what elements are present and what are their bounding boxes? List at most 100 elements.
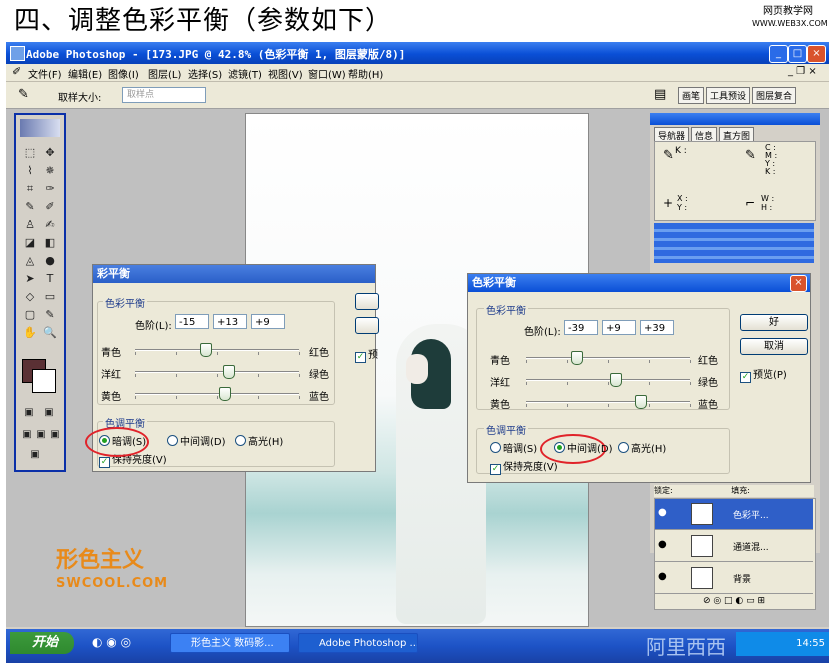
menu-item-5[interactable]: 滤镜(T): [228, 66, 262, 81]
layers-footer-icons[interactable]: ⊘ ◎ □ ◐ ▭ ⊞: [655, 595, 813, 607]
start-button[interactable]: 开始: [10, 632, 74, 654]
menu-item-4[interactable]: 选择(S): [188, 66, 222, 81]
dialog-right-preserve-checkbox[interactable]: ✓ 保持亮度(V): [490, 458, 558, 475]
slider-left-label: 青色: [490, 356, 510, 367]
close-icon[interactable]: ×: [807, 45, 826, 63]
ok-button[interactable]: 好: [740, 314, 808, 331]
tone-radio-1[interactable]: 中间调(D): [554, 440, 613, 455]
magic-wand-icon[interactable]: ✵: [41, 163, 59, 178]
menu-item-8[interactable]: 帮助(H): [348, 66, 383, 81]
quickmask-off-icon[interactable]: ▣: [20, 405, 38, 420]
slider-track[interactable]: [526, 379, 690, 381]
menu-item-6[interactable]: 视图(V): [268, 66, 303, 81]
taskbar-item-browser[interactable]: 形色主义 数码影...: [170, 633, 290, 653]
slider-left-label: 洋红: [490, 378, 510, 389]
type-tool-icon[interactable]: T: [41, 271, 59, 286]
slider-tick: [176, 396, 177, 399]
marquee-tool-icon[interactable]: ⬚: [21, 145, 39, 160]
slider-right-label: 蓝色: [698, 400, 718, 411]
eye-icon[interactable]: ●: [658, 571, 667, 582]
dialog-right-level-2[interactable]: +9: [602, 320, 636, 335]
notes-tool-icon[interactable]: ▢: [21, 307, 39, 322]
lasso-tool-icon[interactable]: ⌇: [21, 163, 39, 178]
quicklaunch-icons[interactable]: ◐ ◉ ◎: [92, 635, 131, 649]
maximize-icon[interactable]: □: [788, 45, 807, 63]
slider-track[interactable]: [135, 393, 299, 395]
eye-icon[interactable]: ●: [658, 539, 667, 550]
dialog-right-level-1[interactable]: -39: [564, 320, 598, 335]
gradient-tool-icon[interactable]: ◧: [41, 235, 59, 250]
menu-item-0[interactable]: 文件(F): [28, 66, 62, 81]
panel-tab-1[interactable]: 工具预设: [706, 87, 751, 104]
slider-thumb[interactable]: [219, 387, 232, 401]
tone-radio-2[interactable]: 高光(H): [618, 440, 666, 455]
menu-item-3[interactable]: 图层(L): [148, 66, 181, 81]
stamp-tool-icon[interactable]: ♙: [21, 217, 39, 232]
adobe-feather-icon[interactable]: [20, 119, 60, 137]
quickmask-on-icon[interactable]: ▣: [40, 405, 58, 420]
background-color-swatch[interactable]: [32, 369, 56, 393]
hand-tool-icon[interactable]: ✋: [21, 325, 39, 340]
tone-radio-0[interactable]: 暗调(S): [99, 433, 146, 448]
crop-tool-icon[interactable]: ⌗: [21, 181, 39, 196]
zoom-tool-icon[interactable]: 🔍: [41, 325, 59, 340]
blur-tool-icon[interactable]: ◬: [21, 253, 39, 268]
slider-thumb[interactable]: [610, 373, 623, 387]
slice-tool-icon[interactable]: ✑: [41, 181, 59, 196]
healing-brush-icon[interactable]: ✎: [21, 199, 39, 214]
dialog-left-cancel-button[interactable]: [355, 317, 379, 334]
tone-label: 暗调(S): [503, 444, 538, 455]
slider-track[interactable]: [526, 401, 690, 403]
slider-left-label: 黄色: [101, 392, 121, 403]
dialog-close-icon[interactable]: ×: [790, 275, 807, 292]
eraser-tool-icon[interactable]: ◪: [21, 235, 39, 250]
palette-well-icon[interactable]: ▤: [654, 87, 666, 102]
screen-mode-3-icon[interactable]: ▣: [46, 427, 64, 442]
history-brush-icon[interactable]: ✍: [41, 217, 59, 232]
dialog-left-preview-checkbox[interactable]: ✓ 预: [355, 346, 378, 363]
dialog-right-level-3[interactable]: +39: [640, 320, 674, 335]
layer-row[interactable]: ● 通道混...: [655, 531, 813, 562]
shape-tool-icon[interactable]: ▭: [41, 289, 59, 304]
jump-to-imageready-icon[interactable]: ▣: [26, 447, 44, 462]
slider-track[interactable]: [135, 349, 299, 351]
layer-row[interactable]: ● 背景: [655, 563, 813, 594]
panel-tab-2[interactable]: 图层复合: [752, 87, 797, 104]
dialog-left-level-3[interactable]: +9: [251, 314, 285, 329]
panel-tab-0[interactable]: 画笔: [678, 87, 705, 104]
sample-size-select[interactable]: 取样点: [122, 87, 206, 103]
slider-track[interactable]: [135, 371, 299, 373]
eye-icon[interactable]: ●: [658, 507, 667, 518]
dialog-left-ok-button[interactable]: [355, 293, 379, 310]
slider-thumb[interactable]: [222, 365, 235, 379]
slider-thumb[interactable]: [634, 395, 647, 409]
slider-tick: [526, 382, 527, 385]
slider-thumb[interactable]: [199, 343, 212, 357]
document-window-controls[interactable]: _ ❐ ×: [788, 66, 817, 77]
menu-item-7[interactable]: 窗口(W): [308, 66, 346, 81]
menu-item-2[interactable]: 图像(I): [108, 66, 139, 81]
pen-tool-icon[interactable]: ◇: [21, 289, 39, 304]
layer-row[interactable]: ● 色彩平...: [655, 499, 813, 530]
dialog-left-level-2[interactable]: +13: [213, 314, 247, 329]
bride-face: [406, 354, 428, 384]
eyedropper-icon[interactable]: ✎: [18, 87, 29, 102]
slider-thumb[interactable]: [571, 351, 584, 365]
brush-tool-icon[interactable]: ✐: [41, 199, 59, 214]
slider-track[interactable]: [526, 357, 690, 359]
dialog-left-level-1[interactable]: -15: [175, 314, 209, 329]
cancel-button[interactable]: 取消: [740, 338, 808, 355]
minimize-icon[interactable]: _: [769, 45, 788, 63]
menu-item-1[interactable]: 编辑(E): [68, 66, 102, 81]
path-select-icon[interactable]: ➤: [21, 271, 39, 286]
tone-radio-2[interactable]: 高光(H): [235, 433, 283, 448]
ps-doc-icon[interactable]: ✐: [12, 65, 21, 78]
slider-right-label: 绿色: [698, 378, 718, 389]
preview-checkbox[interactable]: ✓ 预览(P): [740, 366, 787, 383]
taskbar-item-photoshop[interactable]: Adobe Photoshop ...: [298, 633, 418, 653]
tone-radio-0[interactable]: 暗调(S): [490, 440, 537, 455]
move-tool-icon[interactable]: ✥: [41, 145, 59, 160]
dodge-tool-icon[interactable]: ●: [41, 253, 59, 268]
eyedropper-tool-icon[interactable]: ✎: [41, 307, 59, 322]
tone-radio-1[interactable]: 中间调(D): [167, 433, 226, 448]
